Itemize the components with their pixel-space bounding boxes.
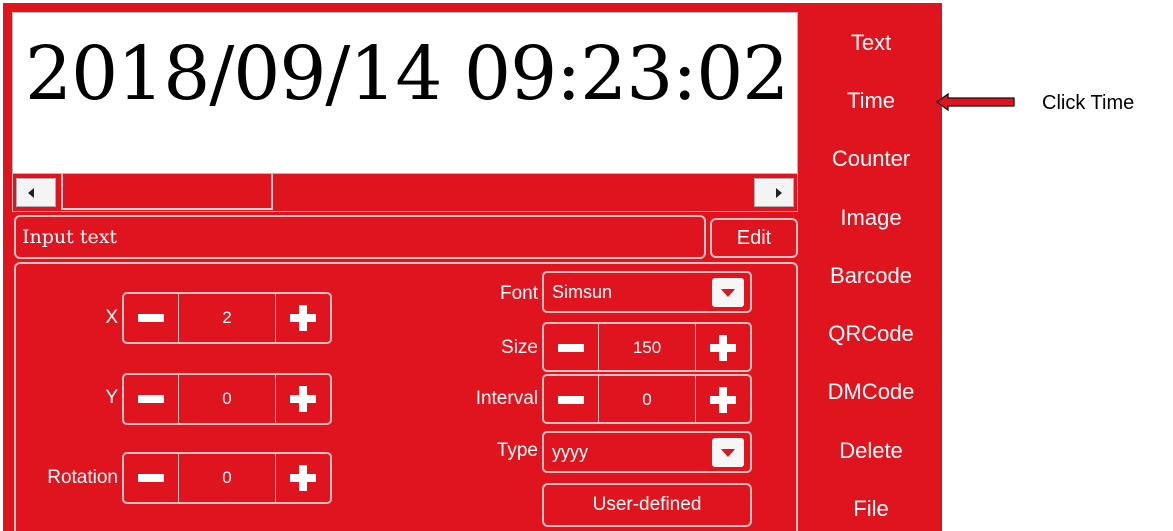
dropdown-caret-icon <box>721 449 735 457</box>
x-value[interactable]: 2 <box>178 294 276 342</box>
size-plus-button[interactable] <box>695 324 750 372</box>
rotation-label: Rotation <box>47 467 118 488</box>
x-label: X <box>105 307 118 328</box>
menu-item-image[interactable]: Image <box>800 205 942 231</box>
minus-icon <box>558 344 584 352</box>
menu-item-file[interactable]: File <box>800 496 942 522</box>
scroll-thumb[interactable] <box>61 174 273 210</box>
y-minus-button[interactable] <box>124 375 179 423</box>
minus-icon <box>138 474 164 482</box>
font-selected-value: Simsun <box>552 282 613 302</box>
type-dropdown-button[interactable] <box>712 438 744 467</box>
menu-item-text[interactable]: Text <box>800 30 942 56</box>
rotation-plus-button[interactable] <box>275 454 330 502</box>
font-label: Font <box>499 283 538 304</box>
user-defined-button[interactable]: User-defined <box>542 483 752 527</box>
minus-icon <box>558 396 584 404</box>
y-stepper[interactable]: 0 <box>122 373 332 425</box>
menu-item-qrcode[interactable]: QRCode <box>800 321 942 347</box>
menu-item-time[interactable]: Time <box>800 88 942 114</box>
scroll-right-icon <box>776 188 782 198</box>
left-arrow-icon <box>936 92 1015 112</box>
x-stepper[interactable]: 2 <box>122 292 332 344</box>
input-text-field[interactable]: Input text <box>14 215 706 259</box>
dropdown-caret-icon <box>721 289 735 297</box>
horizontal-scrollbar[interactable] <box>12 174 798 212</box>
menu-item-barcode[interactable]: Barcode <box>800 263 942 289</box>
minus-icon <box>138 314 164 322</box>
rotation-minus-button[interactable] <box>124 454 179 502</box>
type-label: Type <box>496 440 538 461</box>
menu-item-delete[interactable]: Delete <box>800 438 942 464</box>
scroll-left-button[interactable] <box>16 178 56 207</box>
size-label: Size <box>501 337 538 358</box>
interval-label: Interval <box>475 388 538 409</box>
x-plus-button[interactable] <box>275 294 330 342</box>
rotation-value[interactable]: 0 <box>178 454 276 502</box>
menu-item-counter[interactable]: Counter <box>800 146 942 172</box>
preview-canvas[interactable]: 2018/09/14 09:23:02 <box>12 12 798 174</box>
annotation-text: Click Time <box>1042 92 1135 114</box>
interval-stepper[interactable]: 0 <box>542 374 752 424</box>
type-selected-value: yyyy <box>552 442 588 462</box>
interval-plus-button[interactable] <box>695 376 750 424</box>
minus-icon <box>138 395 164 403</box>
edit-button[interactable]: Edit <box>710 218 798 258</box>
size-value[interactable]: 150 <box>598 324 696 372</box>
y-label: Y <box>105 387 118 408</box>
y-value[interactable]: 0 <box>178 375 276 423</box>
y-plus-button[interactable] <box>275 375 330 423</box>
scroll-right-button[interactable] <box>754 178 794 207</box>
font-dropdown-button[interactable] <box>712 278 744 307</box>
type-select[interactable]: yyyy <box>542 431 752 473</box>
interval-minus-button[interactable] <box>544 376 599 424</box>
x-minus-button[interactable] <box>124 294 179 342</box>
rotation-stepper[interactable]: 0 <box>122 452 332 504</box>
interval-value[interactable]: 0 <box>598 376 696 424</box>
menu-item-dmcode[interactable]: DMCode <box>800 379 942 405</box>
size-minus-button[interactable] <box>544 324 599 372</box>
size-stepper[interactable]: 150 <box>542 322 752 372</box>
scroll-left-icon <box>28 188 34 198</box>
preview-text: 2018/09/14 09:23:02 <box>25 31 789 117</box>
font-select[interactable]: Simsun <box>542 271 752 313</box>
